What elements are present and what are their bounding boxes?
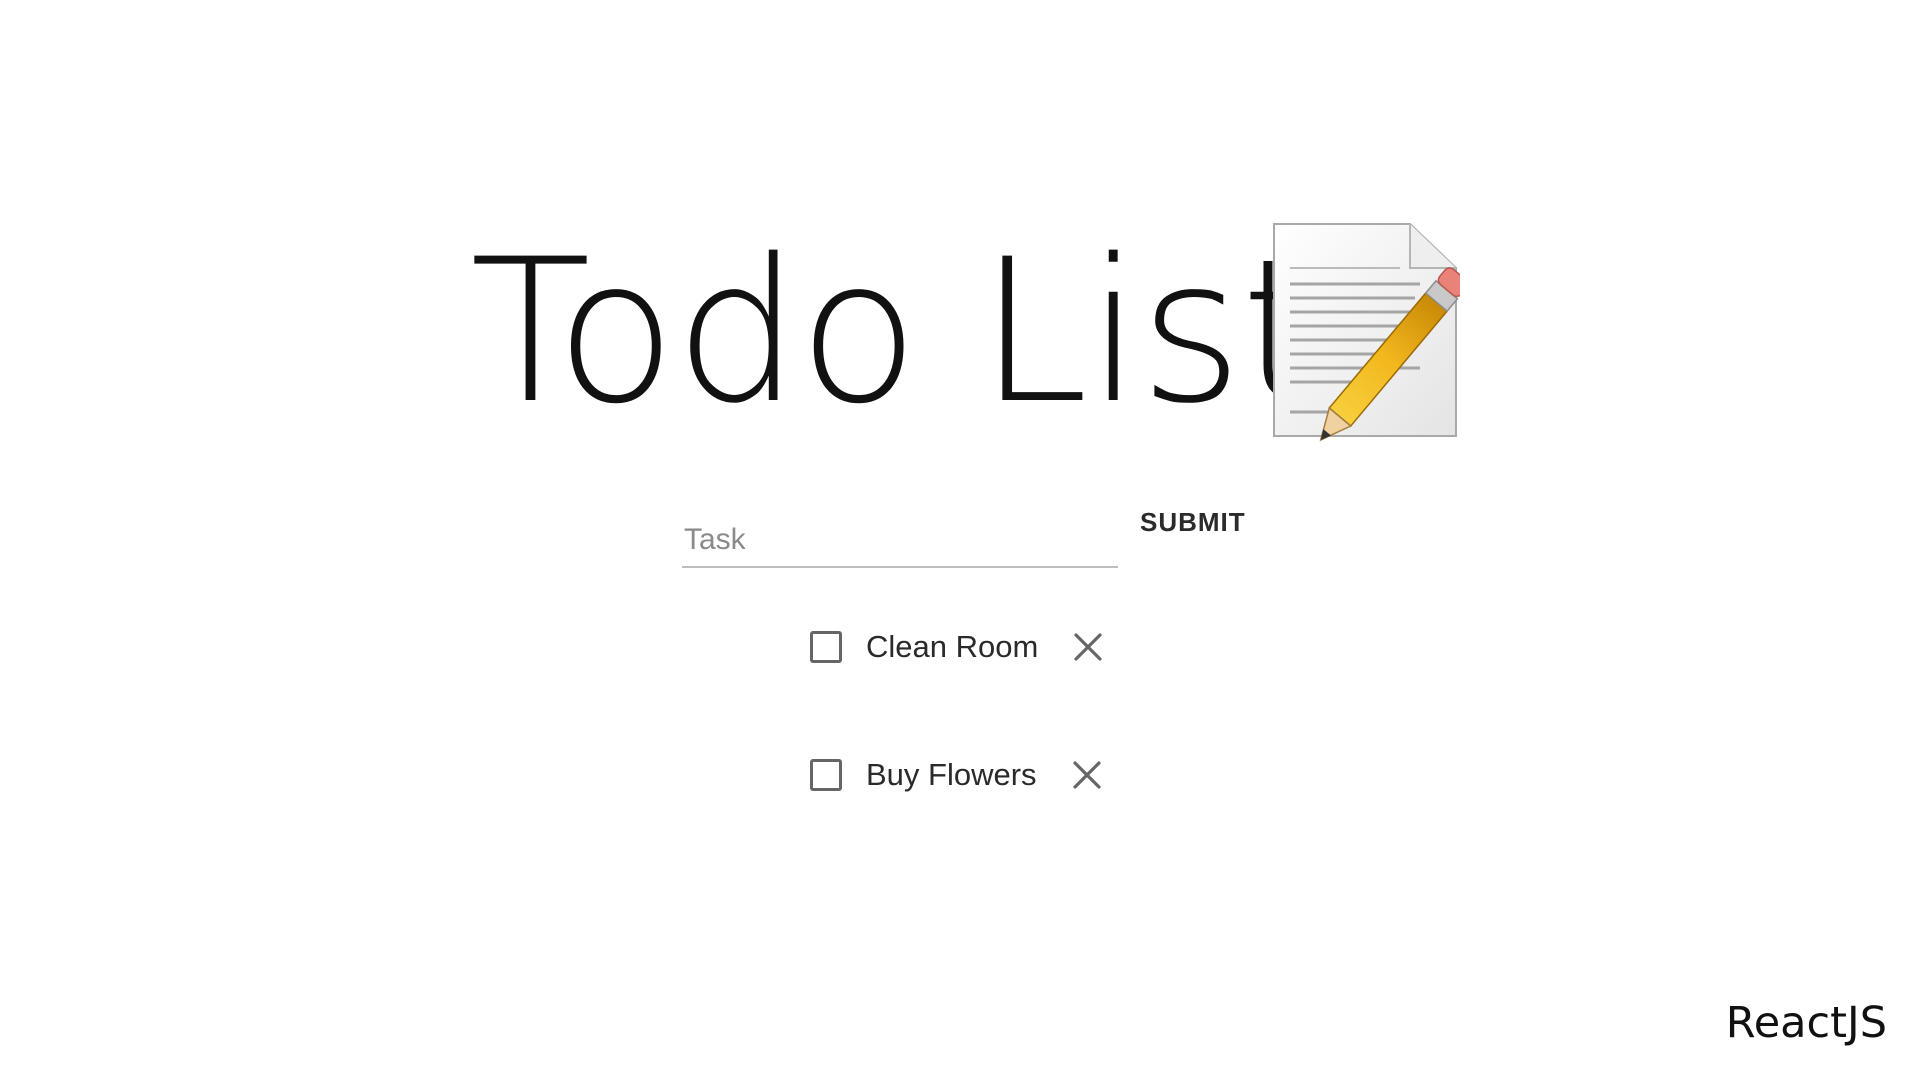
todo-label: Buy Flowers bbox=[866, 757, 1037, 792]
app-root: Todo List Task SUBMIT Clean Room Buy Flo… bbox=[0, 0, 1920, 1080]
page-title: Todo List bbox=[470, 216, 1318, 447]
submit-button[interactable]: SUBMIT bbox=[1126, 500, 1260, 544]
todo-checkbox[interactable] bbox=[810, 631, 842, 663]
add-task-form: SUBMIT bbox=[682, 500, 1282, 570]
todo-list: Clean Room Buy Flowers bbox=[810, 622, 1108, 878]
remove-todo-button[interactable] bbox=[1067, 755, 1107, 795]
close-icon bbox=[1074, 633, 1102, 661]
title-row: Todo List bbox=[470, 216, 1318, 447]
list-item: Clean Room bbox=[810, 622, 1108, 672]
task-input[interactable] bbox=[682, 514, 1118, 568]
todo-checkbox[interactable] bbox=[810, 759, 842, 791]
remove-todo-button[interactable] bbox=[1068, 627, 1108, 667]
todo-label: Clean Room bbox=[866, 629, 1039, 664]
list-item: Buy Flowers bbox=[810, 750, 1108, 800]
close-icon bbox=[1072, 761, 1101, 789]
text-editor-pencil-icon bbox=[1273, 223, 1460, 442]
framework-label: ReactJS bbox=[1725, 998, 1887, 1048]
